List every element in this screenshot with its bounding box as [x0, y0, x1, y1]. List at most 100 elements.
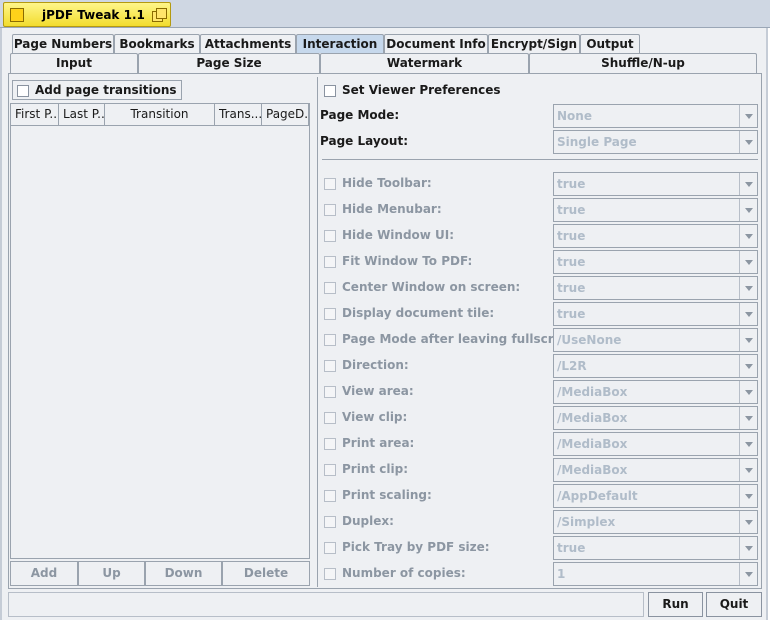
- checkbox-box[interactable]: [324, 359, 336, 372]
- option-checkbox-fit-window-to-pdf[interactable]: Fit Window To PDF:: [324, 254, 472, 268]
- option-combo-page-mode-after-leaving-fullscreen[interactable]: /UseNone: [553, 328, 758, 352]
- checkbox-box[interactable]: [324, 541, 336, 554]
- option-checkbox-hide-menubar[interactable]: Hide Menubar:: [324, 202, 442, 216]
- tab-watermark[interactable]: Watermark: [320, 53, 529, 73]
- option-checkbox-view-area[interactable]: View area:: [324, 384, 414, 398]
- window-title-tab[interactable]: jPDF Tweak 1.1: [3, 2, 171, 27]
- option-checkbox-display-document-tile[interactable]: Display document tile:: [324, 306, 494, 320]
- checkbox-box[interactable]: [324, 281, 336, 294]
- option-combo-hide-menubar[interactable]: true: [553, 198, 758, 222]
- option-checkbox-print-area[interactable]: Print area:: [324, 436, 414, 450]
- checkbox-box[interactable]: [324, 255, 336, 268]
- up-button[interactable]: Up: [78, 561, 145, 586]
- chevron-down-icon[interactable]: [739, 563, 757, 585]
- chevron-down-icon[interactable]: [739, 277, 757, 299]
- option-checkbox-view-clip[interactable]: View clip:: [324, 410, 407, 424]
- chevron-down-icon[interactable]: [739, 131, 757, 153]
- tab-page-size[interactable]: Page Size: [138, 53, 320, 73]
- option-checkbox-number-of-copies[interactable]: Number of copies:: [324, 566, 466, 580]
- option-combo-pick-tray-by-pdf-size[interactable]: true: [553, 536, 758, 560]
- checkbox-box[interactable]: [324, 489, 336, 502]
- page-mode-label: Page Mode:: [320, 108, 400, 122]
- chevron-down-icon[interactable]: [739, 303, 757, 325]
- option-combo-fit-window-to-pdf[interactable]: true: [553, 250, 758, 274]
- chevron-down-icon[interactable]: [739, 251, 757, 273]
- option-checkbox-page-mode-after-leaving-fullscreen[interactable]: Page Mode after leaving fullscreen:: [324, 332, 583, 346]
- column-header-transition-duration[interactable]: Trans...: [215, 104, 262, 126]
- run-button[interactable]: Run: [648, 592, 703, 617]
- option-checkbox-direction[interactable]: Direction:: [324, 358, 409, 372]
- checkbox-box[interactable]: [324, 229, 336, 242]
- option-combo-view-area[interactable]: /MediaBox: [553, 380, 758, 404]
- chevron-down-icon[interactable]: [739, 329, 757, 351]
- chevron-down-icon[interactable]: [739, 485, 757, 507]
- checkbox-box[interactable]: [324, 463, 336, 476]
- checkbox-box[interactable]: [324, 177, 336, 190]
- chevron-down-icon[interactable]: [739, 355, 757, 377]
- chevron-down-icon[interactable]: [739, 433, 757, 455]
- option-checkbox-pick-tray-by-pdf-size[interactable]: Pick Tray by PDF size:: [324, 540, 490, 554]
- quit-button[interactable]: Quit: [706, 592, 762, 617]
- delete-button[interactable]: Delete: [222, 561, 310, 586]
- tab-document-info[interactable]: Document Info: [384, 34, 488, 53]
- tab-page-numbers[interactable]: Page Numbers: [12, 34, 114, 53]
- option-combo-display-document-tile[interactable]: true: [553, 302, 758, 326]
- column-header-page-duration[interactable]: PageD...: [262, 104, 309, 126]
- option-combo-view-clip[interactable]: /MediaBox: [553, 406, 758, 430]
- chevron-down-icon[interactable]: [739, 199, 757, 221]
- column-header-first-page[interactable]: First P...: [11, 104, 59, 126]
- set-viewer-preferences-checkbox[interactable]: Set Viewer Preferences: [324, 83, 501, 97]
- checkbox-box[interactable]: [324, 411, 336, 424]
- tab-encrypt-sign[interactable]: Encrypt/Sign: [488, 34, 580, 53]
- chevron-down-icon[interactable]: [739, 459, 757, 481]
- chevron-down-icon[interactable]: [739, 381, 757, 403]
- page-layout-combo[interactable]: Single Page: [553, 130, 758, 154]
- add-button[interactable]: Add: [10, 561, 78, 586]
- checkbox-box[interactable]: [324, 515, 336, 528]
- option-checkbox-print-clip[interactable]: Print clip:: [324, 462, 408, 476]
- chevron-down-icon[interactable]: [739, 511, 757, 533]
- page-mode-combo[interactable]: None: [553, 104, 758, 128]
- option-combo-duplex[interactable]: /Simplex: [553, 510, 758, 534]
- add-page-transitions-checkbox[interactable]: Add page transitions: [12, 80, 182, 100]
- tab-bookmarks[interactable]: Bookmarks: [114, 34, 200, 53]
- checkbox-box[interactable]: [324, 203, 336, 216]
- down-button[interactable]: Down: [145, 561, 222, 586]
- option-combo-hide-toolbar[interactable]: true: [553, 172, 758, 196]
- column-header-last-page[interactable]: Last P...: [59, 104, 105, 126]
- option-combo-number-of-copies[interactable]: 1: [553, 562, 758, 586]
- maximize-icon[interactable]: [152, 8, 167, 22]
- transitions-table[interactable]: First P... Last P... Transition Trans...…: [10, 103, 310, 559]
- option-combo-hide-window-ui[interactable]: true: [553, 224, 758, 248]
- checkbox-box[interactable]: [324, 84, 336, 97]
- tab-attachments[interactable]: Attachments: [200, 34, 296, 53]
- option-combo-direction[interactable]: /L2R: [553, 354, 758, 378]
- option-checkbox-print-scaling[interactable]: Print scaling:: [324, 488, 432, 502]
- checkbox-box[interactable]: [324, 333, 336, 346]
- column-header-transition[interactable]: Transition: [105, 104, 215, 126]
- tab-interaction[interactable]: Interaction: [296, 34, 384, 53]
- window-menu-icon[interactable]: [10, 8, 24, 22]
- split-pane-divider[interactable]: [312, 77, 318, 587]
- option-checkbox-duplex[interactable]: Duplex:: [324, 514, 394, 528]
- option-combo-print-area[interactable]: /MediaBox: [553, 432, 758, 456]
- option-combo-print-clip[interactable]: /MediaBox: [553, 458, 758, 482]
- option-checkbox-hide-window-ui[interactable]: Hide Window UI:: [324, 228, 454, 242]
- chevron-down-icon[interactable]: [739, 537, 757, 559]
- checkbox-box[interactable]: [324, 437, 336, 450]
- checkbox-box[interactable]: [324, 307, 336, 320]
- checkbox-box[interactable]: [17, 84, 29, 97]
- chevron-down-icon[interactable]: [739, 105, 757, 127]
- tab-input[interactable]: Input: [10, 53, 138, 73]
- checkbox-box[interactable]: [324, 567, 336, 580]
- tab-shuffle-nup[interactable]: Shuffle/N-up: [529, 53, 757, 73]
- chevron-down-icon[interactable]: [739, 225, 757, 247]
- checkbox-box[interactable]: [324, 385, 336, 398]
- option-checkbox-center-window-on-screen[interactable]: Center Window on screen:: [324, 280, 520, 294]
- chevron-down-icon[interactable]: [739, 407, 757, 429]
- option-combo-center-window-on-screen[interactable]: true: [553, 276, 758, 300]
- chevron-down-icon[interactable]: [739, 173, 757, 195]
- option-combo-print-scaling[interactable]: /AppDefault: [553, 484, 758, 508]
- option-checkbox-hide-toolbar[interactable]: Hide Toolbar:: [324, 176, 432, 190]
- tab-output[interactable]: Output: [580, 34, 640, 53]
